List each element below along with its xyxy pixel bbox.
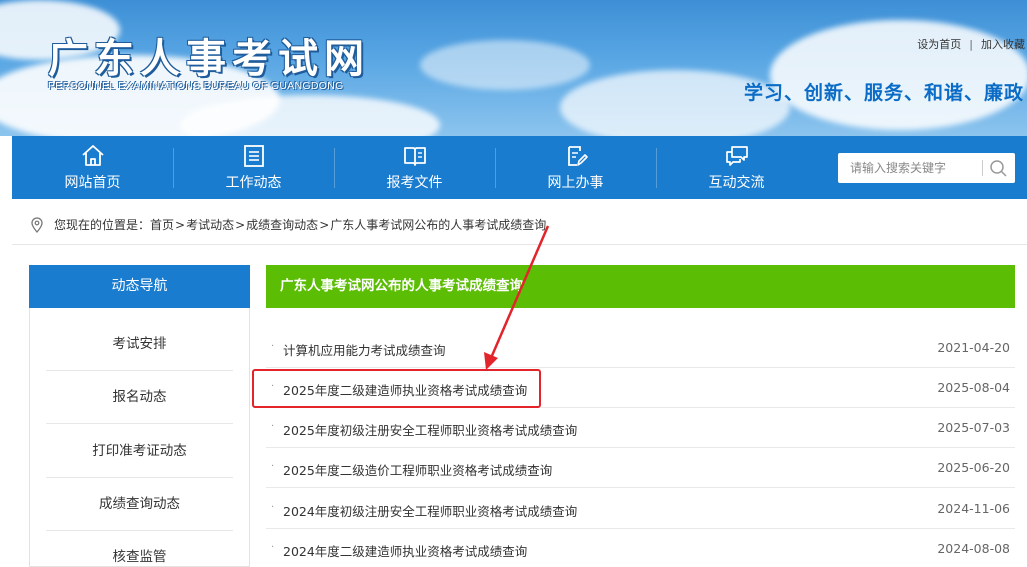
list-item-title[interactable]: 2025年度二级建造师执业资格考试成绩查询 — [283, 380, 527, 399]
home-icon — [81, 145, 104, 166]
book-icon — [403, 147, 426, 166]
breadcrumb-divider — [12, 244, 1027, 245]
list-item[interactable]: · 2025年度初级注册安全工程师职业资格考试成绩查询 2025-07-03 — [266, 408, 1015, 448]
breadcrumb-current[interactable]: 广东人事考试网公布的人事考试成绩查询 — [330, 216, 546, 233]
site-subtitle: PERSONNEL EXAMINATIONS BUREAU OF GUANGDO… — [48, 80, 344, 92]
sidebar-item-score-query[interactable]: 成绩查询动态 — [46, 478, 233, 531]
breadcrumb-prefix: 您现在的位置是： — [54, 218, 151, 232]
list-item-date: 2024-08-08 — [937, 541, 1010, 556]
search-icon[interactable] — [987, 158, 1009, 178]
list-bullet: · — [271, 381, 275, 392]
list-item[interactable]: · 2025年度二级造价工程师职业资格考试成绩查询 2025-06-20 — [266, 448, 1015, 488]
list-bullet: · — [271, 502, 275, 513]
nav-label: 网站首页 — [64, 175, 121, 191]
breadcrumb-score-news[interactable]: 成绩查询动态 — [246, 216, 318, 233]
list-item[interactable]: · 2025年度二级建造师执业资格考试成绩查询 2025-08-04 — [266, 368, 1015, 408]
list-item-title[interactable]: 2025年度初级注册安全工程师职业资格考试成绩查询 — [283, 420, 577, 439]
list-item-title[interactable]: 2024年度初级注册安全工程师职业资格考试成绩查询 — [283, 501, 577, 520]
slogan: 学习、创新、服务、和谐、廉政 — [744, 82, 1025, 104]
list-bullet: · — [271, 461, 275, 472]
clipboard-edit-icon — [567, 146, 588, 166]
link-separator: | — [969, 38, 973, 51]
list-item-date: 2025-07-03 — [937, 420, 1010, 435]
sidebar: 动态导航 考试安排 报名动态 打印准考证动态 成绩查询动态 核查监管 — [29, 265, 250, 567]
nav-item-home[interactable]: 网站首页 — [12, 136, 173, 199]
list-item[interactable]: · 计算机应用能力考试成绩查询 2021-04-20 — [266, 328, 1015, 368]
sidebar-header: 动态导航 — [29, 265, 250, 308]
sidebar-item-registration[interactable]: 报名动态 — [46, 371, 233, 424]
nav-label: 工作动态 — [225, 175, 282, 191]
list-bullet: · — [271, 542, 275, 553]
search-separator — [982, 160, 983, 176]
document-list-icon — [243, 145, 264, 167]
search-box — [838, 153, 1015, 183]
site-title: 广东人事考试网 — [48, 35, 370, 82]
breadcrumb-separator: > — [235, 217, 246, 232]
list-item-date: 2025-08-04 — [937, 380, 1010, 395]
list-item-date: 2021-04-20 — [937, 340, 1010, 355]
list-item-date: 2025-06-20 — [937, 460, 1010, 475]
site-header: 广东人事考试网 PERSONNEL EXAMINATIONS BUREAU OF… — [0, 0, 1027, 136]
nav-item-online-services[interactable]: 网上办事 — [495, 136, 656, 199]
cloud-decoration — [420, 40, 590, 90]
list-item-title[interactable]: 2025年度二级造价工程师职业资格考试成绩查询 — [283, 460, 552, 479]
nav-item-exam-docs[interactable]: 报考文件 — [334, 136, 495, 199]
list-item[interactable]: · 2024年度二级建造师执业资格考试成绩查询 2024-08-08 — [266, 529, 1015, 567]
location-pin-icon — [31, 216, 43, 233]
list-item-date: 2024-11-06 — [937, 501, 1010, 516]
add-favorite-link[interactable]: 加入收藏 — [981, 36, 1025, 52]
list-bullet: · — [271, 341, 275, 352]
main-navbar: 网站首页 工作动态 报考文件 网上办事 互动交流 请输入搜索关键字 — [12, 136, 1027, 199]
list-header: 广东人事考试网公布的人事考试成绩查询 — [266, 265, 1015, 308]
list-item-title[interactable]: 计算机应用能力考试成绩查询 — [283, 340, 446, 359]
set-homepage-link[interactable]: 设为首页 — [917, 36, 961, 52]
nav-item-interaction[interactable]: 互动交流 — [656, 136, 817, 199]
breadcrumb-separator: > — [319, 217, 330, 232]
chat-icon — [725, 146, 748, 166]
breadcrumb-exam-news[interactable]: 考试动态 — [186, 216, 234, 233]
sidebar-item-supervision[interactable]: 核查监管 — [46, 531, 233, 567]
top-links: 设为首页 | 加入收藏 — [917, 36, 1025, 52]
nav-label: 网上办事 — [547, 175, 604, 191]
breadcrumb-home[interactable]: 首页 — [150, 216, 174, 233]
sidebar-item-exam-schedule[interactable]: 考试安排 — [46, 318, 233, 371]
nav-label: 互动交流 — [708, 175, 765, 191]
sidebar-item-admission-ticket[interactable]: 打印准考证动态 — [46, 425, 233, 478]
list-bullet: · — [271, 421, 275, 432]
search-input[interactable] — [838, 153, 980, 183]
nav-item-work-news[interactable]: 工作动态 — [173, 136, 334, 199]
list-item[interactable]: · 2024年度初级注册安全工程师职业资格考试成绩查询 2024-11-06 — [266, 489, 1015, 529]
breadcrumb: 您现在的位置是： 首页 > 考试动态 > 成绩查询动态 > 广东人事考试网公布的… — [30, 216, 546, 233]
breadcrumb-separator: > — [175, 217, 186, 232]
nav-label: 报考文件 — [386, 175, 443, 191]
list-item-title[interactable]: 2024年度二级建造师执业资格考试成绩查询 — [283, 541, 527, 560]
